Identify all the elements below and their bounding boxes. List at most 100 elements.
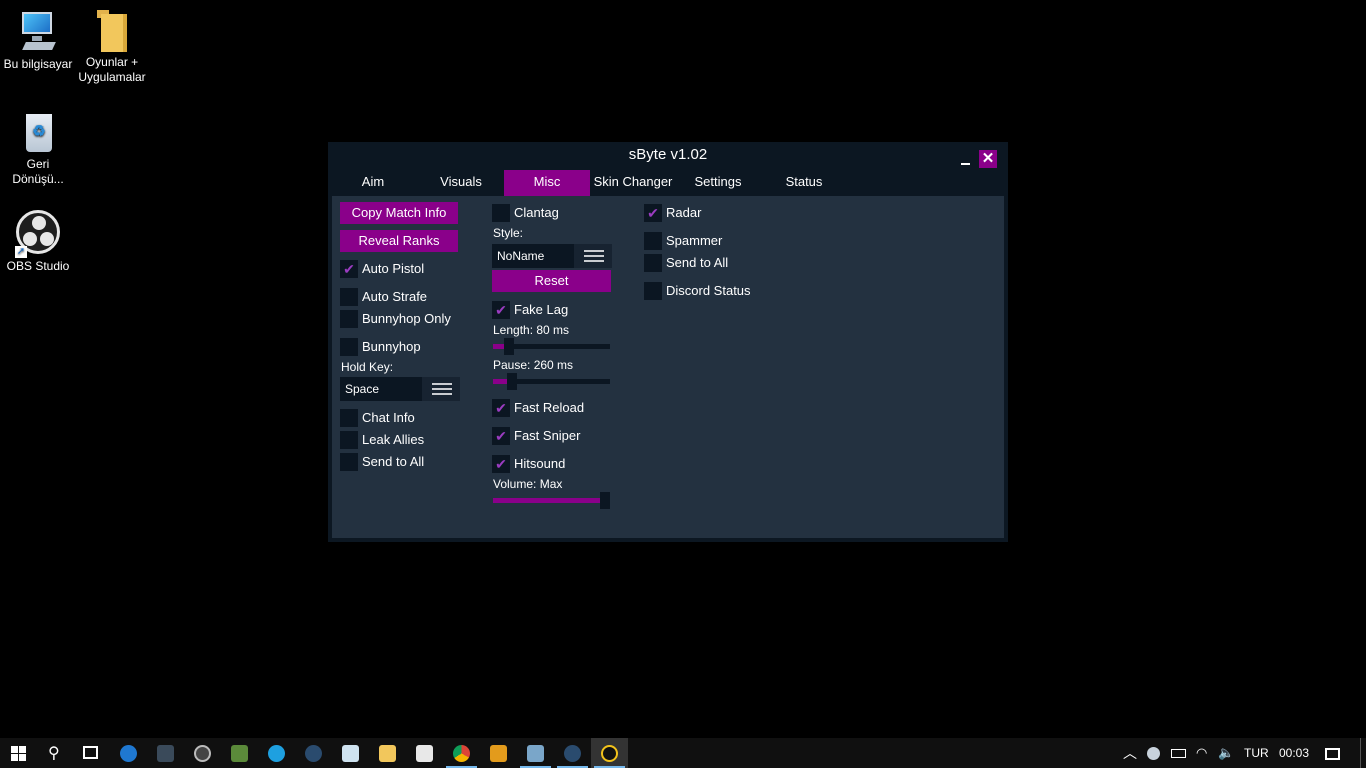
checkbox-label: Bunnyhop Only	[362, 311, 451, 326]
edge-icon	[120, 745, 137, 762]
windows-logo-icon	[11, 746, 26, 761]
clock[interactable]: 00:03	[1279, 738, 1309, 768]
taskbar-notepad[interactable]	[332, 738, 369, 768]
desktop-icon-label: Geri	[26, 157, 50, 171]
checkbox-box	[340, 453, 358, 471]
taskbar-minecraft[interactable]	[221, 738, 258, 768]
checkbox-label: Radar	[666, 205, 702, 220]
minimize-button[interactable]	[958, 150, 974, 166]
tab-misc[interactable]: Misc	[504, 170, 590, 196]
checkbox-label: Spammer	[666, 233, 723, 248]
length-slider[interactable]	[493, 338, 610, 355]
checkbox-label: Fast Reload	[514, 400, 585, 415]
checkbox-box	[340, 338, 358, 356]
taskbar-remote-desktop[interactable]	[517, 738, 554, 768]
reset-button[interactable]: Reset	[492, 270, 611, 292]
tab-visuals[interactable]: Visuals	[418, 170, 504, 196]
hamburger-menu-icon	[422, 377, 460, 401]
volume-slider[interactable]	[493, 492, 610, 509]
start-button[interactable]	[0, 738, 37, 768]
checkbox-box: ✔	[340, 260, 358, 278]
taskbar: ⚲ ︿ ◠ 🔈 TUR 00:03	[0, 738, 1366, 768]
search-button[interactable]: ⚲	[37, 738, 74, 768]
tab-aim[interactable]: Aim	[328, 170, 418, 196]
checkbox-label: Fast Sniper	[514, 428, 581, 443]
tab-skin-changer[interactable]: Skin Changer	[590, 170, 676, 196]
volume-icon[interactable]: 🔈	[1218, 738, 1234, 768]
checkbox-box	[340, 431, 358, 449]
skype-icon	[268, 745, 285, 762]
taskbar-steam-2[interactable]	[554, 738, 591, 768]
checkbox-label: Clantag	[514, 205, 559, 220]
battery-icon[interactable]	[1171, 738, 1186, 768]
task-view-button[interactable]	[72, 738, 109, 768]
checkbox-box	[492, 204, 510, 222]
checkbox-box: ✔	[492, 455, 510, 473]
checkbox-label: Discord Status	[666, 283, 751, 298]
taskbar-store[interactable]	[406, 738, 443, 768]
recycle-bin-icon: ♻	[18, 108, 58, 154]
misc-panel: Copy Match Info Reveal Ranks ✔ Auto Pist…	[332, 196, 1004, 538]
store-icon	[416, 745, 433, 762]
pause-slider[interactable]	[493, 373, 610, 390]
desktop-icon-games-folder[interactable]: Oyunlar + Uygulamalar	[74, 10, 150, 85]
computer-icon	[16, 10, 60, 54]
checkbox-box	[340, 310, 358, 328]
csgo-icon	[490, 745, 507, 762]
taskbar-file-explorer[interactable]	[369, 738, 406, 768]
desktop-icon-this-pc[interactable]: Bu bilgisayar	[0, 10, 76, 72]
taskbar-obs[interactable]	[184, 738, 221, 768]
desktop-icon-label: Bu bilgisayar	[3, 57, 73, 71]
desktop-icon-label: Oyunlar +	[85, 55, 139, 69]
checkbox-label: Bunnyhop	[362, 339, 421, 354]
show-desktop-button[interactable]	[1360, 738, 1366, 768]
sbyte-window: sByte v1.02 ✕ Aim Visuals Misc Skin Chan…	[328, 142, 1008, 542]
minecraft-icon	[231, 745, 248, 762]
folder-icon	[95, 10, 129, 52]
reveal-ranks-button[interactable]: Reveal Ranks	[340, 230, 458, 252]
desktop-icon-recycle-bin[interactable]: ♻ Geri Dönüşü...	[0, 108, 76, 187]
checkbox-label: Hitsound	[514, 456, 566, 471]
tab-settings[interactable]: Settings	[676, 170, 760, 196]
taskbar-csgo[interactable]	[480, 738, 517, 768]
tray-steam-icon[interactable]	[1147, 738, 1161, 768]
file-explorer-icon	[379, 745, 396, 762]
checkbox-box	[340, 288, 358, 306]
tab-bar: Aim Visuals Misc Skin Changer Settings S…	[328, 170, 1008, 196]
taskbar-steam[interactable]	[295, 738, 332, 768]
copy-match-info-button[interactable]: Copy Match Info	[340, 202, 458, 224]
pause-label: Pause: 260 ms	[493, 358, 574, 372]
action-center-icon[interactable]	[1325, 738, 1343, 768]
checkbox-box	[644, 232, 662, 250]
taskbar-sbyte[interactable]	[591, 738, 628, 768]
title-bar[interactable]: sByte v1.02 ✕	[328, 142, 1008, 170]
taskbar-skype[interactable]	[258, 738, 295, 768]
checkbox-box: ✔	[492, 399, 510, 417]
show-hidden-icons-chevron-icon[interactable]: ︿	[1123, 738, 1137, 768]
hold-key-value: Space	[345, 382, 380, 396]
slider-thumb[interactable]	[600, 492, 610, 509]
desktop-icon-label: OBS Studio	[6, 259, 70, 273]
checkbox-box: ✔	[492, 301, 510, 319]
sbyte-icon	[601, 745, 618, 762]
taskbar-chrome[interactable]	[443, 738, 480, 768]
clantag-style-dropdown[interactable]: NoName	[492, 244, 612, 268]
desktop-icon-obs-studio[interactable]: ➚ OBS Studio	[0, 210, 76, 274]
hold-key-label: Hold Key:	[341, 360, 394, 374]
checkbox-label: Chat Info	[362, 410, 415, 425]
hold-key-dropdown[interactable]: Space	[340, 377, 460, 401]
checkbox-label: Leak Allies	[362, 432, 425, 447]
checkbox-label: Send to All	[362, 454, 425, 469]
input-language[interactable]: TUR	[1244, 738, 1269, 768]
checkbox-label: Auto Strafe	[362, 289, 428, 304]
slider-thumb[interactable]	[504, 338, 514, 355]
taskbar-app[interactable]	[147, 738, 184, 768]
wifi-icon[interactable]: ◠	[1196, 738, 1207, 768]
style-value: NoName	[497, 249, 545, 263]
close-button[interactable]: ✕	[979, 150, 997, 168]
taskbar-edge[interactable]	[110, 738, 147, 768]
length-label: Length: 80 ms	[493, 323, 570, 337]
slider-thumb[interactable]	[507, 373, 517, 390]
checkbox-label: Fake Lag	[514, 302, 569, 317]
tab-status[interactable]: Status	[760, 170, 848, 196]
